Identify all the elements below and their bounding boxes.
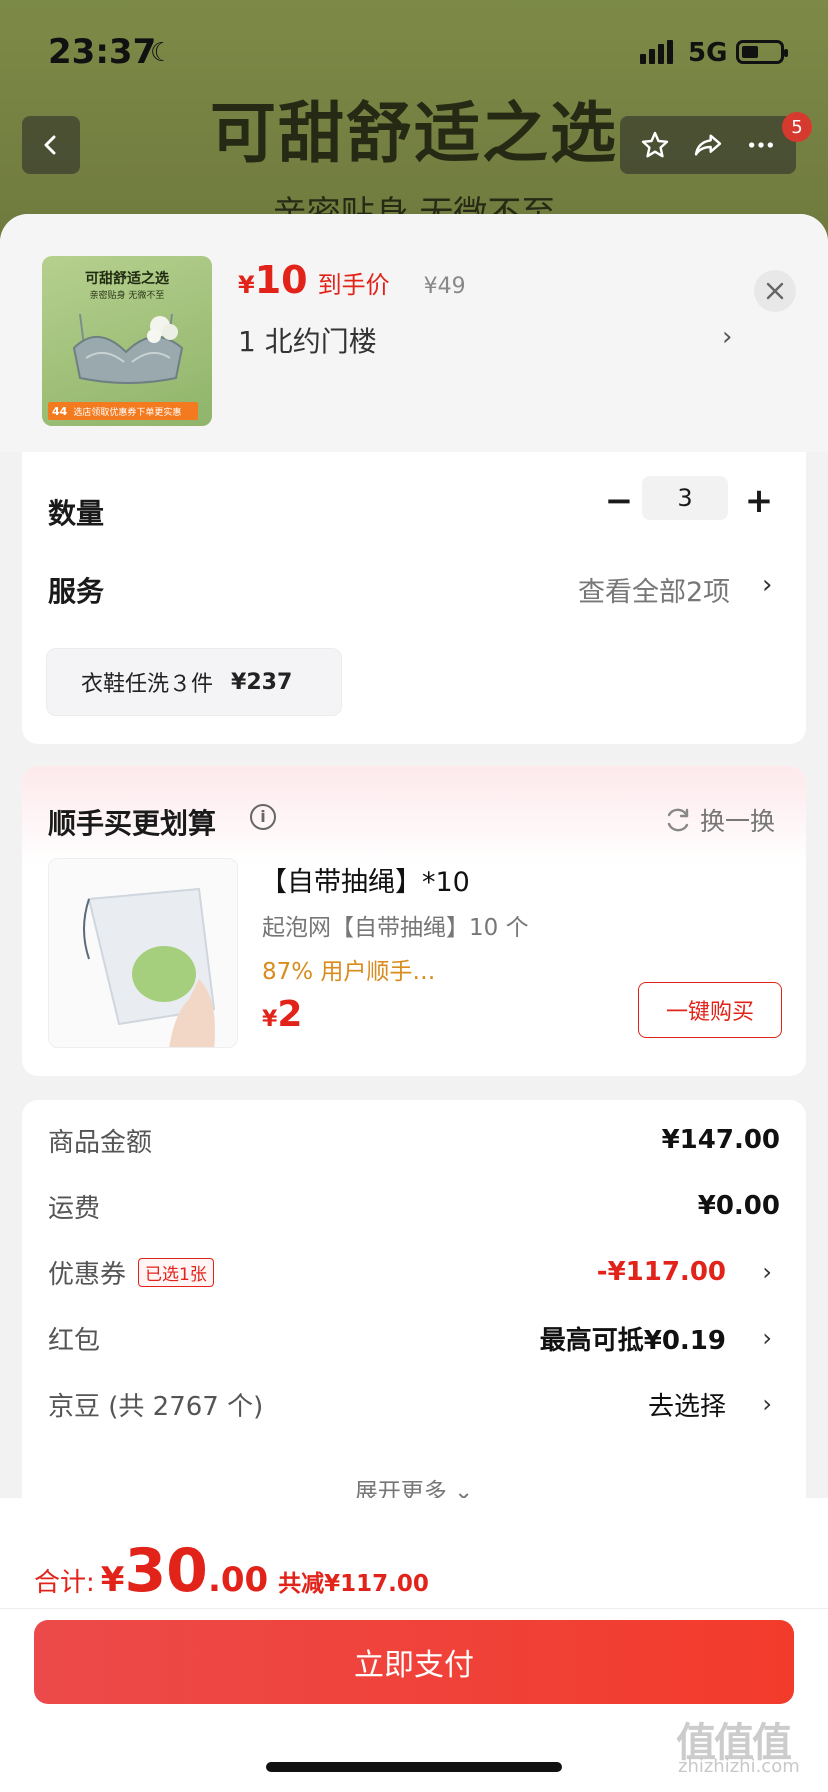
- recommend-product-image[interactable]: [48, 858, 238, 1048]
- info-icon[interactable]: i: [250, 804, 276, 830]
- refresh-label: 换一换: [700, 807, 776, 836]
- chevron-right-icon[interactable]: ›: [762, 1324, 772, 1352]
- fee-label: 红包: [48, 1325, 101, 1356]
- refresh-icon: [667, 808, 689, 832]
- thumb-strip-text: 选店领取优惠券下单更实惠: [73, 407, 182, 418]
- original-price: ¥49: [423, 274, 466, 299]
- recommend-price-symbol: ¥: [262, 1007, 278, 1032]
- service-option-name: 衣鞋任洗３件: [81, 672, 214, 697]
- chevron-right-icon[interactable]: ›: [762, 570, 772, 600]
- total-reduction: 共减¥117.00: [278, 1571, 429, 1597]
- fee-value: ¥147.00: [661, 1125, 780, 1155]
- thumb-subtitle: 亲密贴身 无微不至: [89, 291, 165, 301]
- recommend-product-name[interactable]: 【自带抽绳】*10: [260, 860, 470, 899]
- recommend-product-stat: 87% 用户顺手…: [262, 959, 436, 985]
- moon-icon: ☾: [150, 38, 174, 68]
- divider: [0, 1608, 828, 1609]
- recommend-price-value: 2: [277, 994, 303, 1035]
- refresh-button[interactable]: 换一换: [664, 802, 775, 838]
- chevron-right-icon[interactable]: ›: [762, 1258, 772, 1286]
- total-label: 合计:: [34, 1568, 95, 1598]
- combo-recommend-card: 顺手买更划算 i 换一换 【自带抽绳】*10 起泡网【自带抽绳】10 个 87%…: [22, 766, 806, 1076]
- site-watermark-url: zhizhizhi.com: [678, 1756, 800, 1777]
- fee-value: ¥0.00: [697, 1191, 780, 1221]
- top-actions: [620, 116, 796, 174]
- price-row: ¥ 10 到手价 ¥49: [238, 258, 466, 302]
- service-option-chip[interactable]: 衣鞋任洗３件 ¥237: [46, 648, 342, 716]
- selected-variant[interactable]: 1 北约门楼: [238, 320, 377, 360]
- chevron-right-icon[interactable]: ›: [722, 322, 732, 352]
- fee-row-shipping: 运费 ¥0.00: [48, 1186, 780, 1226]
- share-icon[interactable]: [692, 129, 724, 161]
- service-option-price: ¥237: [231, 669, 293, 695]
- fee-row-jingdou[interactable]: 京豆 (共 2767 个) 去选择 ›: [48, 1384, 780, 1424]
- back-button[interactable]: [22, 116, 80, 174]
- recommend-product-desc: 起泡网【自带抽绳】10 个: [262, 915, 529, 941]
- product-thumbnail[interactable]: 可甜舒适之选 亲密贴身 无微不至 44 选店领取优惠券下单更实惠: [42, 256, 212, 426]
- foam-net-illustration: [83, 887, 216, 1047]
- close-icon: [766, 282, 784, 300]
- thumb-promo-strip: 44 选店领取优惠券下单更实惠: [48, 402, 198, 420]
- fee-value: -¥117.00: [596, 1257, 726, 1287]
- one-click-buy-button[interactable]: 一键购买: [638, 982, 782, 1038]
- fee-label: 优惠券: [48, 1259, 127, 1290]
- chevron-right-icon[interactable]: ›: [762, 1390, 772, 1418]
- service-label: 服务: [48, 575, 105, 608]
- pay-now-button[interactable]: 立即支付: [34, 1620, 794, 1704]
- network-label: 5G: [688, 38, 728, 68]
- checkout-bar: 合计: ¥ 30 .00 共减¥117.00 立即支付 值值值 zhizhizh…: [0, 1498, 828, 1792]
- status-bar: 23:37 ☾ 5G: [0, 0, 828, 100]
- fee-label: 京豆 (共 2767 个): [48, 1391, 264, 1422]
- sheet-header: 可甜舒适之选 亲密贴身 无微不至 44 选店领取优惠券下单更实惠 ¥ 10 到手…: [0, 214, 828, 452]
- bra-illustration: [72, 313, 184, 384]
- fee-row-coupon[interactable]: 优惠券 已选1张 -¥117.00 ›: [48, 1252, 780, 1292]
- home-indicator[interactable]: [266, 1762, 562, 1772]
- total-integer: 30: [124, 1536, 208, 1606]
- signal-icon: [640, 40, 676, 64]
- price-symbol: ¥: [238, 271, 255, 299]
- recommend-product-price: ¥2: [262, 994, 302, 1035]
- quantity-stepper-value[interactable]: 3: [642, 476, 728, 520]
- fee-summary-card: 商品金额 ¥147.00 运费 ¥0.00 优惠券 已选1张 -¥117.00 …: [22, 1100, 806, 1520]
- quantity-service-card: 数量 − 3 + 服务 查看全部2项 › 衣鞋任洗３件 ¥237: [22, 452, 806, 744]
- battery-icon: [736, 40, 788, 64]
- more-icon[interactable]: [745, 129, 777, 161]
- quantity-label: 数量: [48, 497, 105, 530]
- service-view-all[interactable]: 查看全部2项: [578, 570, 730, 609]
- order-total: 合计: ¥ 30 .00 共减¥117.00: [34, 1536, 429, 1606]
- quantity-decrease-button[interactable]: −: [596, 478, 642, 524]
- fee-label: 运费: [48, 1193, 101, 1224]
- final-price: 10: [254, 258, 308, 302]
- thumb-title: 可甜舒适之选: [85, 271, 169, 287]
- quantity-increase-button[interactable]: +: [736, 478, 782, 524]
- combo-title: 顺手买更划算: [48, 807, 217, 840]
- fee-label: 商品金额: [48, 1127, 153, 1158]
- status-time: 23:37: [48, 32, 157, 72]
- total-currency: ¥: [100, 1560, 125, 1600]
- fee-value: 最高可抵¥0.19: [539, 1325, 726, 1356]
- notification-badge: 5: [782, 112, 812, 142]
- fee-row-redpacket[interactable]: 红包 最高可抵¥0.19 ›: [48, 1318, 780, 1358]
- star-icon[interactable]: [639, 129, 671, 161]
- coupon-selected-tag: 已选1张: [138, 1257, 214, 1287]
- fee-value: 去选择: [647, 1391, 726, 1422]
- fee-row-goods: 商品金额 ¥147.00: [48, 1120, 780, 1160]
- chevron-left-icon: [44, 135, 56, 155]
- thumb-price: 44: [52, 404, 68, 418]
- final-price-tag: 到手价: [317, 271, 390, 299]
- total-decimal: .00: [207, 1560, 269, 1600]
- close-button[interactable]: [754, 270, 796, 312]
